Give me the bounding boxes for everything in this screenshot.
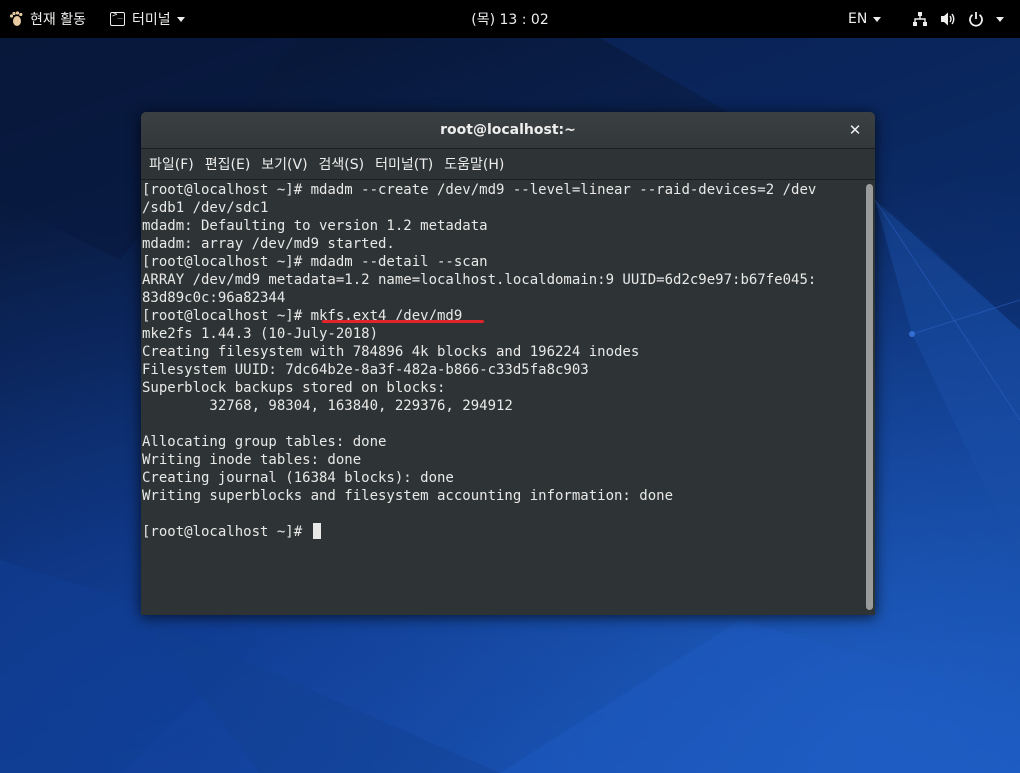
terminal-line: mke2fs 1.44.3 (10-July-2018) (142, 326, 379, 342)
terminal-line: [root@localhost ~]# mdadm --detail --sca… (142, 254, 488, 270)
terminal-line: Creating filesystem with 784896 4k block… (142, 344, 640, 360)
chevron-down-icon (996, 16, 1004, 22)
network-icon (913, 12, 927, 26)
window-titlebar[interactable]: root@localhost:~ ✕ (141, 112, 875, 149)
gnome-foot-icon (9, 11, 23, 26)
language-menu[interactable]: EN (848, 0, 882, 38)
system-menu[interactable] (912, 0, 1004, 38)
terminal-icon (110, 10, 125, 26)
terminal-line: Creating journal (16384 blocks): done (142, 470, 454, 486)
menu-bar: 파일(F) 편집(E) 보기(V) 검색(S) 터미널(T) 도움말(H) (141, 149, 875, 180)
chevron-down-icon (176, 16, 185, 22)
app-menu-label: 터미널 (132, 12, 171, 28)
menu-edit[interactable]: 편집(E) (205, 154, 251, 174)
volume-icon (941, 12, 955, 26)
terminal-line: Filesystem UUID: 7dc64b2e-8a3f-482a-b866… (142, 362, 589, 378)
terminal-scrollbar[interactable] (866, 184, 873, 610)
language-label: EN (848, 11, 868, 27)
menu-view[interactable]: 보기(V) (261, 154, 307, 174)
terminal-line: 32768, 98304, 163840, 229376, 294912 (142, 398, 513, 414)
terminal-line: Writing superblocks and filesystem accou… (142, 488, 674, 504)
app-menu-button[interactable]: 터미널 (110, 0, 185, 38)
text-cursor (312, 523, 321, 539)
chevron-down-icon (873, 16, 882, 22)
menu-search[interactable]: 검색(S) (319, 154, 365, 174)
terminal-line: /sdb1 /dev/sdc1 (142, 200, 269, 216)
terminal-line: Writing inode tables: done (142, 452, 362, 468)
clock-button[interactable]: (목) 13 : 02 (471, 9, 549, 29)
activities-button[interactable]: 현재 활동 (8, 0, 86, 38)
menu-terminal[interactable]: 터미널(T) (375, 154, 433, 174)
terminal-line: Allocating group tables: done (142, 434, 387, 450)
terminal-prompt-line: [root@localhost ~]# (142, 523, 321, 541)
terminal-output[interactable]: [root@localhost ~]# mdadm --create /dev/… (141, 181, 867, 615)
terminal-line: mdadm: Defaulting to version 1.2 metadat… (142, 218, 488, 234)
close-button[interactable]: ✕ (845, 120, 865, 140)
top-bar: 현재 활동 터미널 (목) 13 : 02 EN (0, 0, 1020, 38)
activities-label: 현재 활동 (30, 12, 86, 28)
menu-file[interactable]: 파일(F) (149, 154, 194, 174)
window-title: root@localhost:~ (440, 122, 576, 138)
terminal-line: 83d89c0c:96a82344 (142, 290, 286, 306)
terminal-window: root@localhost:~ ✕ 파일(F) 편집(E) 보기(V) 검색(… (141, 112, 875, 615)
power-icon (969, 12, 983, 27)
terminal-line: Superblock backups stored on blocks: (142, 380, 446, 396)
terminal-line: mdadm: array /dev/md9 started. (142, 236, 395, 252)
terminal-line: ARRAY /dev/md9 metadata=1.2 name=localho… (142, 272, 817, 288)
terminal-line: [root@localhost ~]# mdadm --create /dev/… (142, 182, 817, 198)
close-icon: ✕ (848, 121, 862, 139)
menu-help[interactable]: 도움말(H) (444, 154, 504, 174)
terminal-prompt: [root@localhost ~]# (142, 524, 311, 540)
red-underline-annotation (322, 320, 484, 323)
